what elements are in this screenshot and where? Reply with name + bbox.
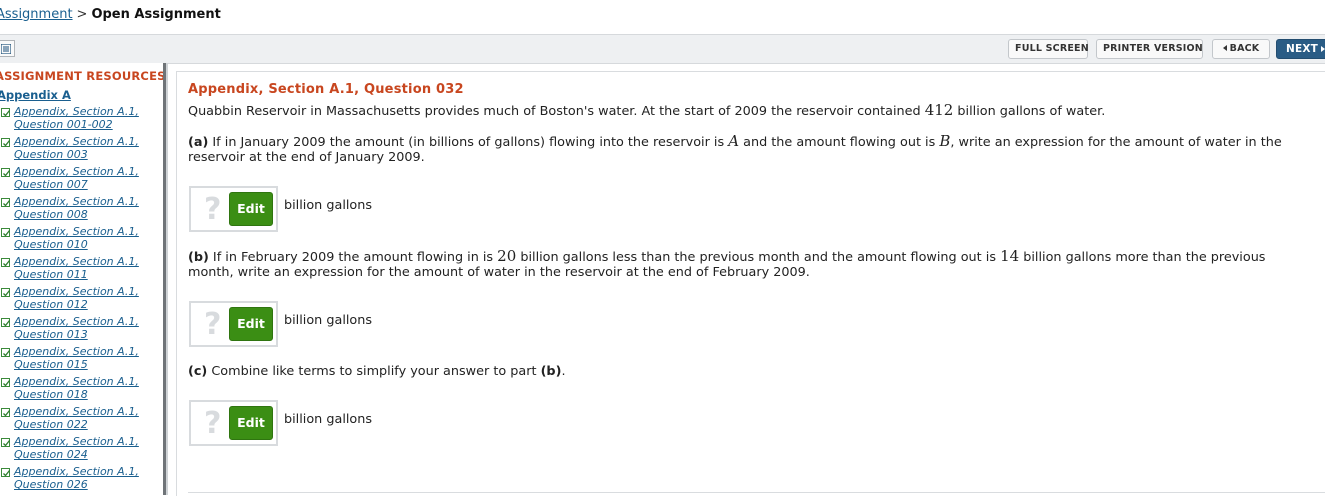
answer-box-b[interactable]: ? Edit <box>189 301 278 347</box>
sidebar-item-link[interactable]: Appendix, Section A.1, Question 010 <box>14 225 159 251</box>
sidebar-item-link[interactable]: Appendix, Section A.1, Question 011 <box>14 255 159 281</box>
sidebar-item-link[interactable]: Appendix, Section A.1, Question 013 <box>14 315 159 341</box>
part-c-text-2: . <box>561 364 566 379</box>
edit-button-c[interactable]: Edit <box>229 406 273 440</box>
checked-icon <box>1 378 11 387</box>
printer-version-button[interactable]: PRINTER VERSION <box>1096 39 1203 59</box>
part-c-text-1: Combine like terms to simplify your answ… <box>207 364 541 379</box>
assignment-resources-sidebar: ASSIGNMENT RESOURCES Appendix A Appendix… <box>0 63 163 495</box>
sidebar-item: Appendix, Section A.1, Question 003 <box>0 135 163 165</box>
checked-icon <box>1 468 11 477</box>
sidebar-item-link[interactable]: Appendix, Section A.1, Question 026 <box>14 465 159 491</box>
sidebar-question-list: Appendix, Section A.1, Question 001-002 … <box>0 105 163 495</box>
checked-icon <box>1 318 11 327</box>
sidebar-item: Appendix, Section A.1, Question 001-002 <box>0 105 163 135</box>
sidebar-item-link[interactable]: Appendix, Section A.1, Question 022 <box>14 405 159 431</box>
question-intro: Quabbin Reservoir in Massachusetts provi… <box>188 101 1313 120</box>
back-button[interactable]: BACK <box>1212 39 1270 59</box>
sidebar-resize-handle[interactable] <box>163 63 168 495</box>
sidebar-item-link[interactable]: Appendix, Section A.1, Question 003 <box>14 135 159 161</box>
sidebar-item-link[interactable]: Appendix, Section A.1, Question 001-002 <box>14 105 159 131</box>
checked-icon <box>1 438 11 447</box>
sidebar-item: Appendix, Section A.1, Question 026 <box>0 465 163 495</box>
intro-text-after: billion gallons of water. <box>953 104 1106 119</box>
checked-icon <box>1 228 11 237</box>
sidebar-item: Appendix, Section A.1, Question 011 <box>0 255 163 285</box>
back-button-label: BACK <box>1229 43 1260 54</box>
toolbar: FULL SCREEN PRINTER VERSION BACK NEXT <box>0 34 1325 64</box>
part-a-prompt: (a) If in January 2009 the amount (in bi… <box>188 132 1313 166</box>
sidebar-item-link[interactable]: Appendix, Section A.1, Question 012 <box>14 285 159 311</box>
part-b-text-1: If in February 2009 the amount flowing i… <box>208 250 498 265</box>
part-b-text-2: billion gallons less than the previous m… <box>516 250 1001 265</box>
part-a-tag: (a) <box>188 135 209 150</box>
sidebar-item: Appendix, Section A.1, Question 012 <box>0 285 163 315</box>
sidebar-heading: ASSIGNMENT RESOURCES <box>0 69 163 83</box>
answer-unit-a: billion gallons <box>284 198 373 213</box>
edit-button-b[interactable]: Edit <box>229 307 273 341</box>
part-c-tag: (c) <box>188 364 208 379</box>
breadcrumb-current: Open Assignment <box>91 7 221 22</box>
edit-button-a[interactable]: Edit <box>229 192 273 226</box>
answer-placeholder-icon: ? <box>204 192 222 227</box>
sidebar-item-link[interactable]: Appendix, Section A.1, Question 007 <box>14 165 159 191</box>
part-a-var-in: A <box>728 132 740 150</box>
toc-toggle-button[interactable] <box>0 40 15 57</box>
answer-unit-b: billion gallons <box>284 313 373 328</box>
part-b-value-in: 20 <box>497 247 517 265</box>
part-a-var-out: B <box>939 132 951 150</box>
next-arrow-icon <box>1321 46 1325 52</box>
part-b-tag: (b) <box>188 250 209 265</box>
back-arrow-icon <box>1222 45 1227 51</box>
checked-icon <box>1 138 11 147</box>
part-a-text-1: If in January 2009 the amount (in billio… <box>208 135 729 150</box>
intro-value: 412 <box>924 101 954 119</box>
breadcrumb-assignment-link[interactable]: Assignment <box>0 7 73 22</box>
checked-icon <box>1 108 11 117</box>
panel-divider <box>188 492 1325 496</box>
question-panel: Appendix, Section A.1, Question 032 Quab… <box>176 71 1325 496</box>
sidebar-item: Appendix, Section A.1, Question 013 <box>0 315 163 345</box>
breadcrumb: Assignment > Open Assignment <box>0 0 1325 34</box>
sidebar-item-link[interactable]: Appendix, Section A.1, Question 008 <box>14 195 159 221</box>
part-b-value-out: 14 <box>1000 247 1020 265</box>
breadcrumb-separator: > <box>76 7 88 22</box>
checked-icon <box>1 348 11 357</box>
part-b-prompt: (b) If in February 2009 the amount flowi… <box>188 247 1313 281</box>
sidebar-section-link[interactable]: Appendix A <box>0 88 71 102</box>
sidebar-item-link[interactable]: Appendix, Section A.1, Question 018 <box>14 375 159 401</box>
checked-icon <box>1 288 11 297</box>
sidebar-item: Appendix, Section A.1, Question 010 <box>0 225 163 255</box>
sidebar-item-link[interactable]: Appendix, Section A.1, Question 015 <box>14 345 159 371</box>
answer-placeholder-icon: ? <box>204 307 222 342</box>
sidebar-item: Appendix, Section A.1, Question 007 <box>0 165 163 195</box>
checked-icon <box>1 408 11 417</box>
answer-box-a[interactable]: ? Edit <box>189 186 278 232</box>
sidebar-item: Appendix, Section A.1, Question 015 <box>0 345 163 375</box>
next-button[interactable]: NEXT <box>1276 39 1325 59</box>
part-c-prompt: (c) Combine like terms to simplify your … <box>188 364 1313 379</box>
part-a-text-2: and the amount flowing out is <box>739 135 940 150</box>
checked-icon <box>1 258 11 267</box>
next-button-label: NEXT <box>1286 43 1319 55</box>
sidebar-item: Appendix, Section A.1, Question 018 <box>0 375 163 405</box>
checked-icon <box>1 198 11 207</box>
answer-box-c[interactable]: ? Edit <box>189 400 278 446</box>
question-title: Appendix, Section A.1, Question 032 <box>188 82 464 97</box>
sidebar-item: Appendix, Section A.1, Question 008 <box>0 195 163 225</box>
checked-icon <box>1 168 11 177</box>
sidebar-item-link[interactable]: Appendix, Section A.1, Question 024 <box>14 435 159 461</box>
answer-unit-c: billion gallons <box>284 412 373 427</box>
part-c-ref: (b) <box>540 364 562 379</box>
full-screen-button[interactable]: FULL SCREEN <box>1008 39 1089 59</box>
answer-placeholder-icon: ? <box>204 406 222 441</box>
sidebar-item: Appendix, Section A.1, Question 024 <box>0 435 163 465</box>
sidebar-item: Appendix, Section A.1, Question 022 <box>0 405 163 435</box>
intro-text-before: Quabbin Reservoir in Massachusetts provi… <box>188 104 925 119</box>
